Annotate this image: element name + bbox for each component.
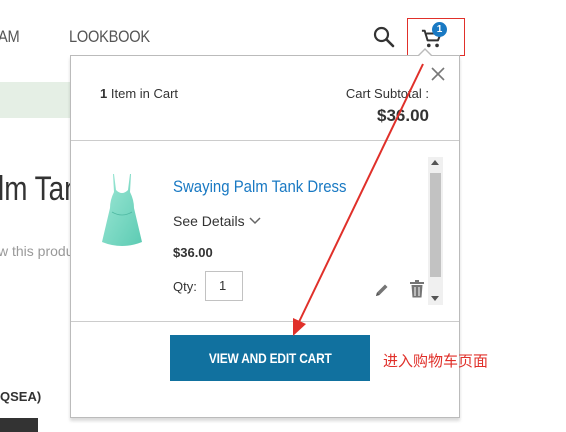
pencil-icon: [376, 284, 388, 296]
view-edit-cart-button[interactable]: VIEW AND EDIT CART: [170, 335, 370, 381]
message-banner: [0, 82, 75, 118]
trash-icon: [410, 280, 424, 298]
divider: [71, 140, 459, 141]
scrollbar[interactable]: [428, 157, 443, 305]
nav-item-lookbook[interactable]: LOOKBOOK: [69, 27, 150, 47]
items-count-number: 1: [100, 86, 108, 101]
qty-input[interactable]: 1: [205, 271, 243, 301]
delete-item-button[interactable]: [409, 280, 425, 298]
color-swatch[interactable]: [0, 418, 38, 432]
item-price: $36.00: [173, 245, 213, 260]
scrollbar-thumb[interactable]: [430, 173, 441, 277]
items-count: 1 Item in Cart: [100, 86, 178, 101]
chevron-down-icon[interactable]: [249, 217, 261, 225]
items-count-label: Item in Cart: [110, 86, 179, 101]
close-icon: [431, 67, 445, 81]
scroll-down-arrow-icon[interactable]: [431, 296, 439, 301]
product-image[interactable]: [100, 172, 144, 248]
search-button[interactable]: [372, 25, 396, 49]
cart-button[interactable]: 1: [407, 18, 465, 56]
divider: [71, 321, 459, 322]
view-edit-cart-label: VIEW AND EDIT CART: [208, 350, 332, 366]
annotation-text: 进入购物车页面: [383, 352, 489, 370]
page-title: lm Tan: [0, 170, 80, 208]
dress-image: [102, 174, 142, 246]
nav-item-cropped[interactable]: AM: [0, 27, 20, 47]
product-name-link[interactable]: Swaying Palm Tank Dress: [173, 177, 346, 197]
close-button[interactable]: [430, 66, 446, 82]
edit-item-button[interactable]: [374, 282, 390, 298]
product-option-label: QSEA): [0, 389, 42, 404]
dropdown-pointer-inner: [419, 50, 431, 56]
subtotal-value: $36.00: [377, 106, 429, 125]
qty-label: Qty:: [173, 279, 197, 294]
see-details-toggle[interactable]: See Details: [173, 213, 245, 229]
subtotal-label: Cart Subtotal :: [345, 86, 429, 101]
cart-count-badge: 1: [432, 22, 447, 37]
search-icon: [373, 26, 395, 48]
review-link[interactable]: w this produ: [0, 243, 73, 259]
scroll-up-arrow-icon[interactable]: [431, 160, 439, 165]
